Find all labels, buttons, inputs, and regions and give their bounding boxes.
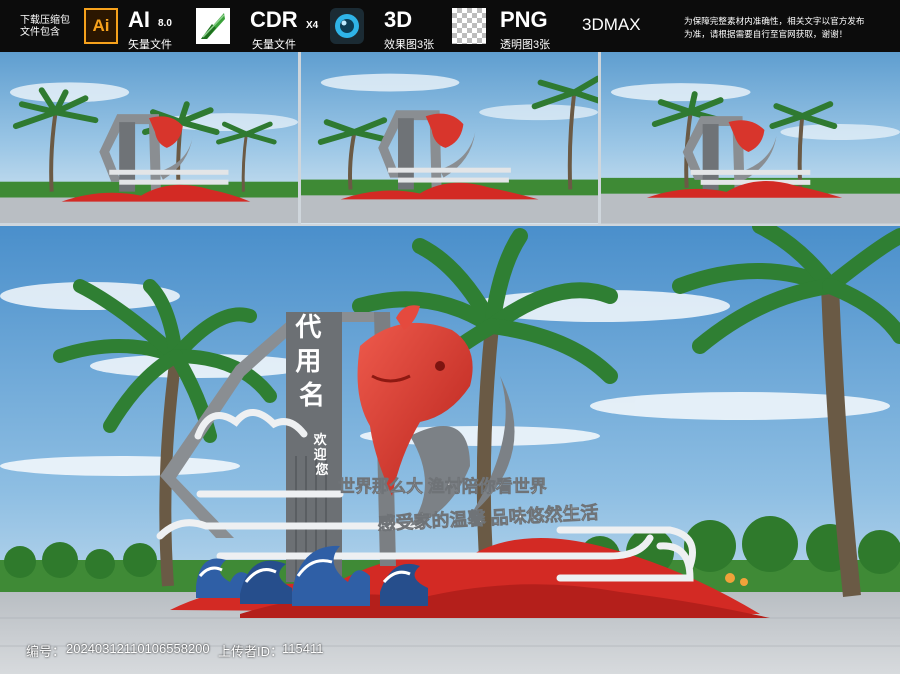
welcome-char-3: 您 — [315, 462, 328, 477]
welcome-vertical: 欢 迎 您 — [313, 432, 331, 477]
palm-tree — [769, 101, 838, 188]
sign-name-char-3: 名 — [299, 380, 325, 410]
sign-name-char-2: 用 — [295, 346, 321, 376]
sign-name-vertical: 代 用 名 — [294, 312, 328, 410]
thumbnail-scene — [601, 83, 900, 224]
png-format-label: PNG — [500, 7, 548, 32]
archive-contents-note: 下载压缩包 文件包含 — [20, 15, 70, 38]
palm-tree — [317, 117, 392, 190]
palm-tree — [531, 75, 598, 190]
format-info-bar: 下载压缩包 文件包含 Ai AI 8.0 矢量文件 CDR X4 矢量文件 3D… — [0, 0, 900, 52]
main-scene: 代 用 名 欢 迎 您 世界那么大 渔村陪你看世界 感受家的温馨 品味悠然生活 — [0, 226, 900, 674]
cdr-format-sub: 矢量文件 — [252, 39, 296, 51]
preview-thumbnail-2 — [301, 52, 598, 224]
thumbnail-scene — [301, 73, 598, 224]
transparent-checker-icon — [452, 8, 486, 44]
ai-format-sub: 矢量文件 — [128, 39, 172, 51]
cdr-version: X4 — [306, 20, 319, 31]
png-format-sub: 透明图3张 — [500, 39, 551, 51]
main-render: 代 用 名 欢 迎 您 世界那么大 渔村陪你看世界 感受家的温馨 品味悠然生活 — [0, 226, 900, 674]
3dmax-label: 3DMAX — [582, 15, 641, 34]
3d-render-icon — [330, 8, 364, 44]
3d-format-label: 3D — [384, 7, 413, 32]
ai-format-label: AI — [128, 7, 150, 32]
uploader-label: 上传者ID： — [218, 644, 284, 659]
thumbnail-scene — [0, 82, 298, 224]
cdr-format-label: CDR — [250, 7, 298, 32]
asset-info-bar: 编号： 20240312110106558200 上传者ID： 115411 — [0, 636, 900, 662]
copyright-note: 为保障完整素材内准确性，相关文字以官方发布 为准，请根据需要自行至官网获取，谢谢… — [684, 16, 865, 39]
3d-format-sub: 效果图3张 — [384, 39, 435, 51]
welcome-char-2: 迎 — [314, 447, 327, 462]
coreldraw-icon — [196, 8, 230, 44]
preview-thumbnail-3 — [601, 52, 900, 224]
asset-id-value: 20240312110106558200 — [66, 641, 210, 656]
ai-file-icon: Ai — [84, 8, 118, 44]
slogan-1: 世界那么大 渔村陪你看世界 — [338, 476, 547, 496]
preview-thumbnail-1 — [0, 52, 298, 224]
sign-name-char-1: 代 — [294, 312, 321, 342]
ai-version: 8.0 — [158, 18, 172, 29]
palm-tree — [12, 87, 99, 192]
uploader-value: 115411 — [282, 641, 324, 656]
welcome-char-1: 欢 — [313, 432, 328, 447]
asset-id-label: 编号： — [26, 644, 66, 659]
